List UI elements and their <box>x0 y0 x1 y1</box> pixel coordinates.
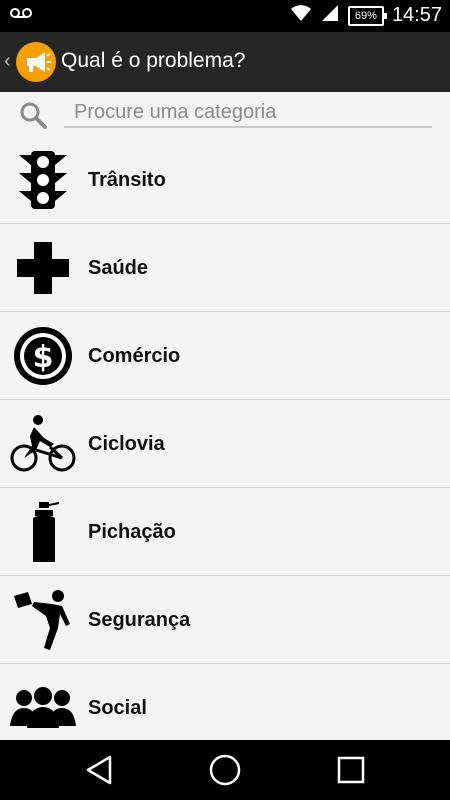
list-item[interactable]: Pichação <box>0 488 450 576</box>
list-item[interactable]: Trânsito <box>0 136 450 224</box>
list-item-label: Pichação <box>88 521 176 543</box>
search-bar <box>0 92 450 136</box>
back-icon[interactable] <box>84 754 114 791</box>
list-item-label: Saúde <box>88 257 149 279</box>
spray-can-icon <box>10 502 76 562</box>
voicemail-icon <box>10 8 32 27</box>
list-item-label: Comércio <box>88 345 181 367</box>
recents-icon[interactable] <box>336 754 366 791</box>
home-icon[interactable] <box>208 754 242 791</box>
battery-icon: 69% <box>347 5 387 26</box>
list-item[interactable]: Ciclovia <box>0 400 450 488</box>
search-icon <box>18 100 48 135</box>
list-item[interactable]: Social <box>0 664 450 752</box>
list-item[interactable]: Segurança <box>0 576 450 664</box>
up-navigation-icon[interactable]: ‹ <box>4 50 11 73</box>
list-item-label: Trânsito <box>88 169 166 191</box>
status-bar: 69% 14:57 <box>0 0 450 32</box>
megaphone-icon[interactable] <box>16 42 56 82</box>
people-group-icon <box>10 678 76 738</box>
navigation-bar <box>0 740 450 800</box>
dollar-coin-icon: $ <box>10 326 76 386</box>
traffic-light-icon <box>10 150 76 210</box>
list-item-label: Segurança <box>88 609 191 631</box>
page-title: Qual é o problema? <box>61 49 246 72</box>
robbery-icon <box>10 590 76 650</box>
category-list: Trânsito Saúde $ Comércio Ciclovia Picha… <box>0 136 450 752</box>
wifi-icon <box>290 4 312 27</box>
health-cross-icon <box>10 238 76 298</box>
list-item[interactable]: Saúde <box>0 224 450 312</box>
search-input[interactable] <box>64 98 432 128</box>
list-item-label: Ciclovia <box>88 433 165 455</box>
svg-text:$: $ <box>33 340 54 375</box>
cyclist-icon <box>10 414 76 474</box>
signal-icon <box>320 4 340 27</box>
list-item[interactable]: $ Comércio <box>0 312 450 400</box>
list-item-label: Social <box>88 697 147 719</box>
clock: 14:57 <box>391 4 442 26</box>
action-bar: ‹ Qual é o problema? <box>0 32 450 92</box>
